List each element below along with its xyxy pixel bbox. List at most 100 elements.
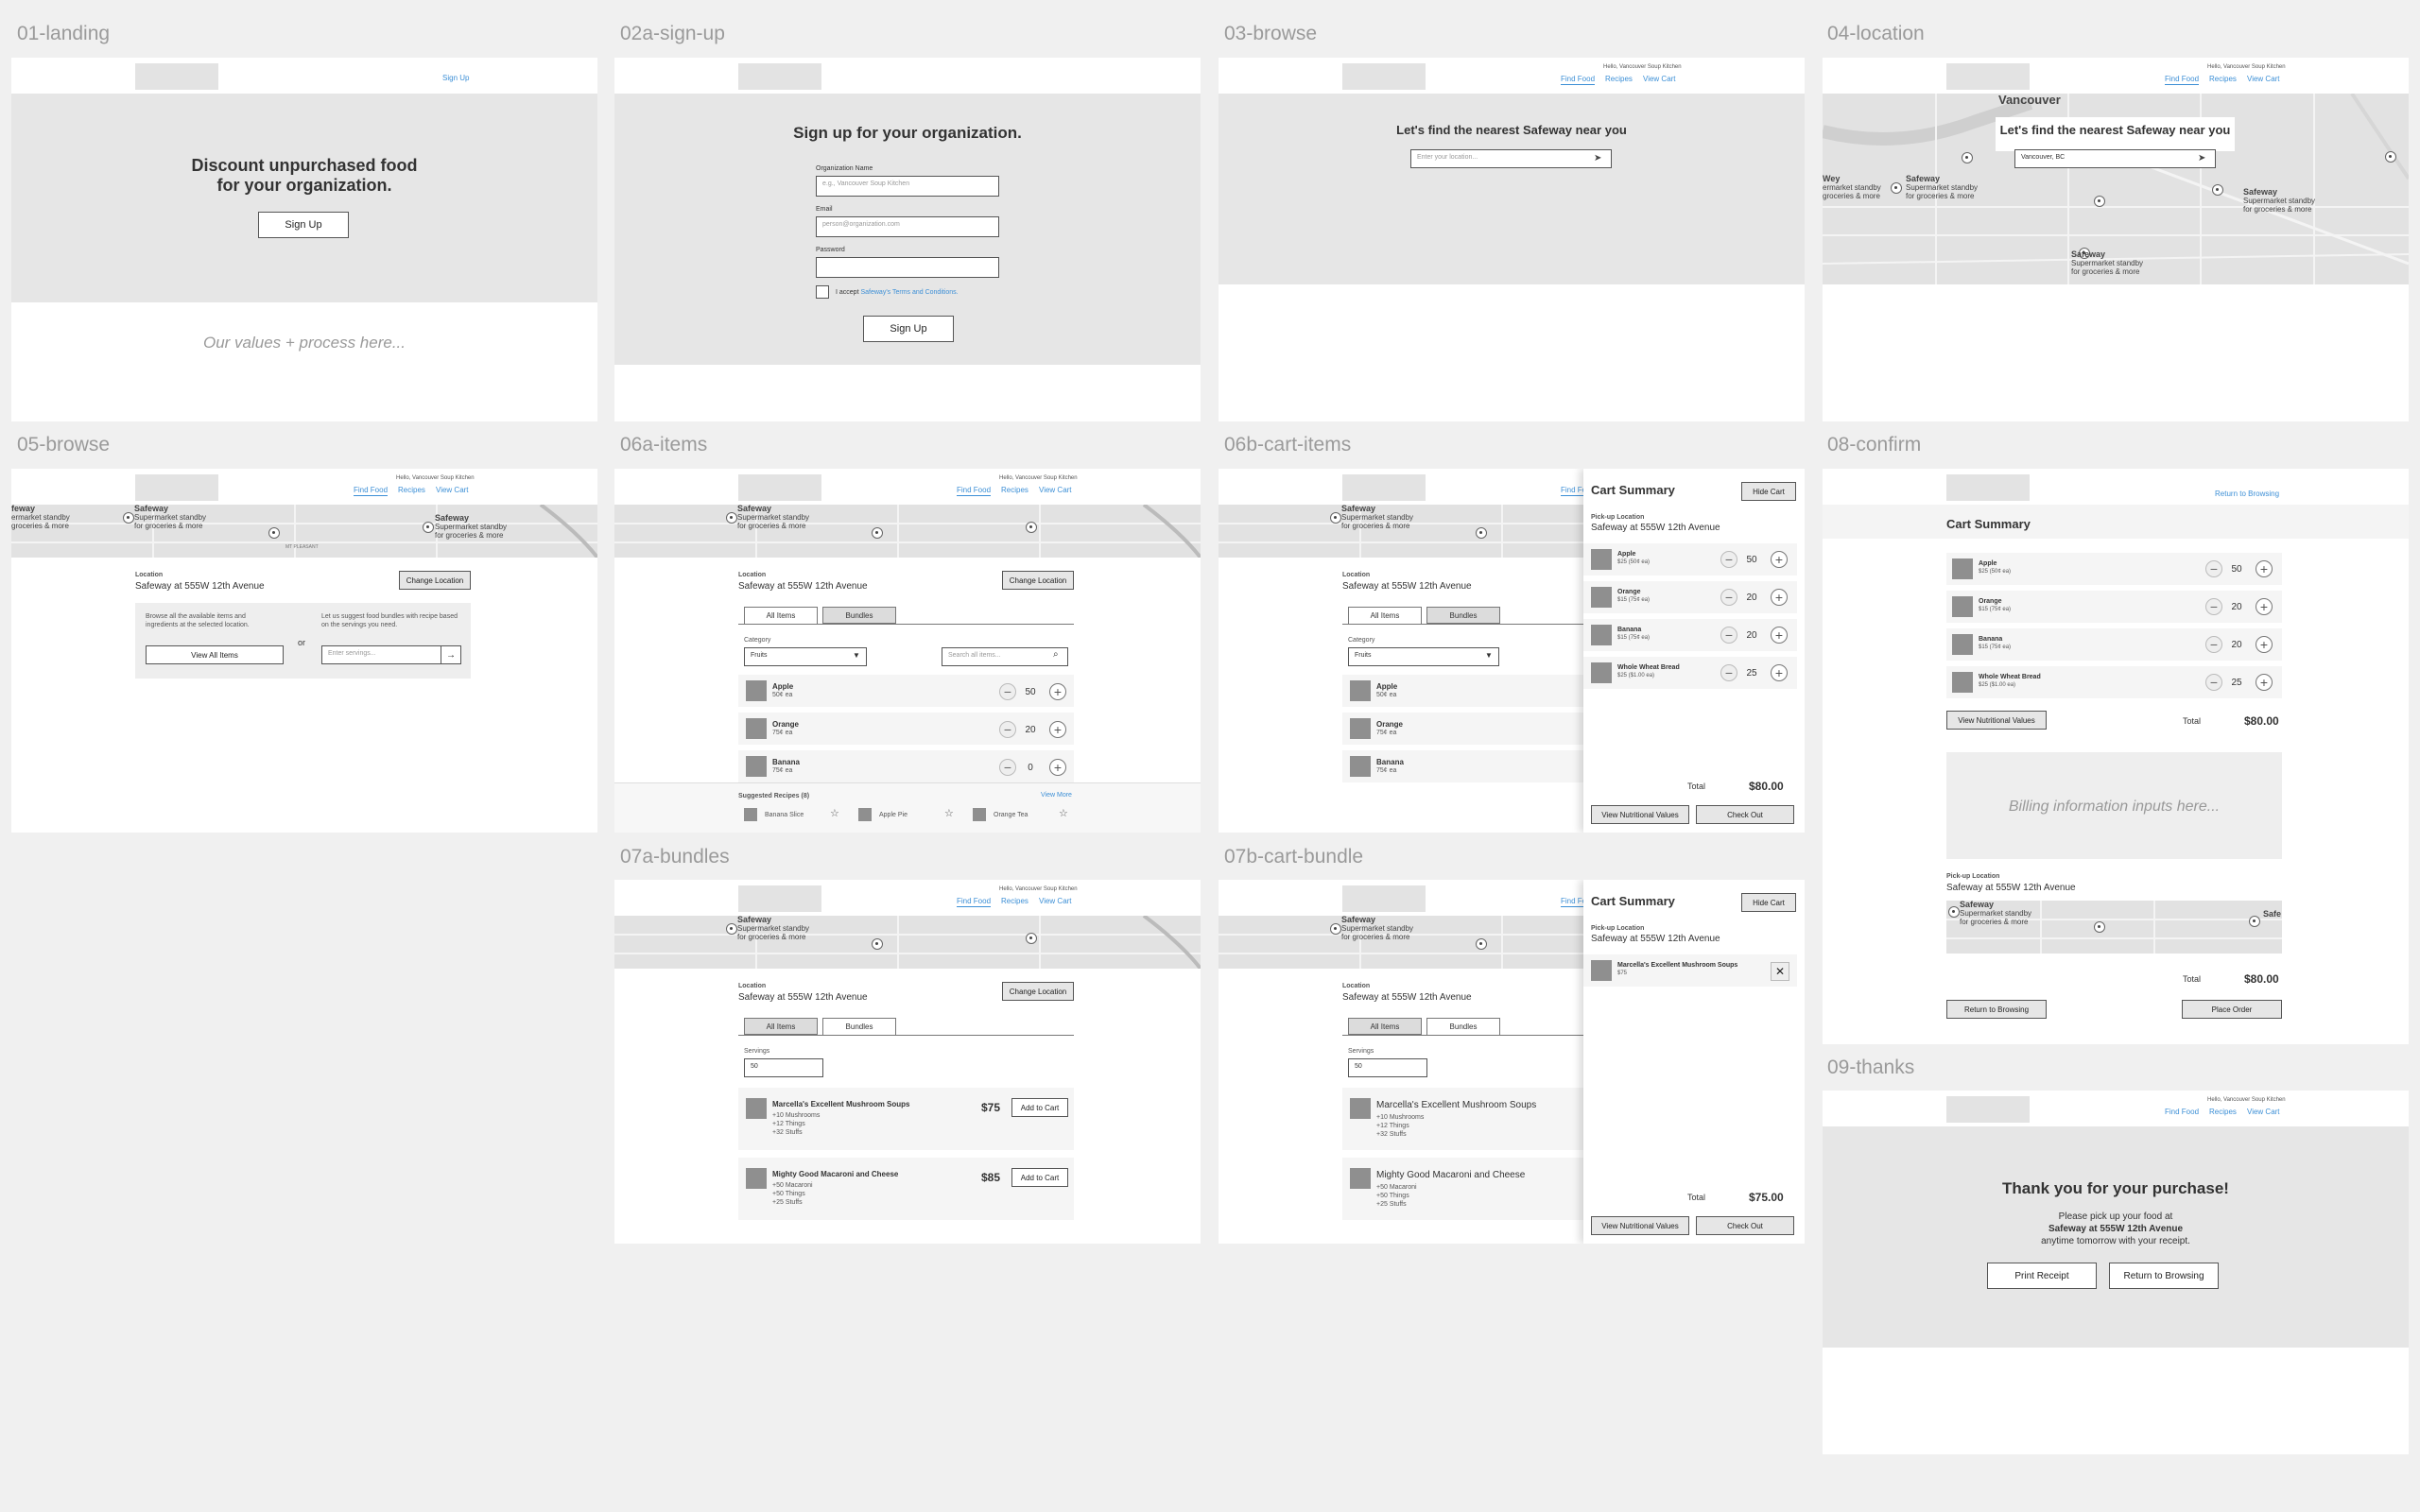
cart-item-quantity[interactable]: 20 bbox=[1740, 630, 1763, 641]
cart-item-quantity[interactable]: 20 bbox=[2225, 640, 2248, 650]
mini-map[interactable]: Safeway Supermarket standby for groceries … bbox=[614, 916, 1201, 969]
hide-cart-button[interactable]: Hide Cart bbox=[1741, 893, 1796, 912]
terms-checkbox[interactable] bbox=[816, 285, 829, 299]
store-pin[interactable] bbox=[2385, 151, 2396, 163]
location-input[interactable]: Enter your location... bbox=[1410, 149, 1612, 168]
recipe-name[interactable]: Orange Tea bbox=[994, 812, 1028, 818]
mini-map[interactable]: feway ermarket standby groceries & more Sa… bbox=[11, 505, 597, 558]
increase-button[interactable]: + bbox=[1771, 551, 1788, 568]
return-to-browsing-button[interactable]: Return to Browsing bbox=[1946, 1000, 2047, 1019]
nav-find-food[interactable]: Find Food bbox=[2165, 75, 2200, 85]
location-input[interactable]: Vancouver, BC bbox=[2014, 149, 2216, 168]
nav-find-food[interactable]: Find Food bbox=[957, 897, 992, 907]
star-icon[interactable]: ☆ bbox=[1059, 807, 1068, 819]
decrease-button[interactable]: − bbox=[1720, 551, 1737, 568]
store-pin[interactable] bbox=[1962, 152, 1973, 163]
sign-up-button[interactable]: Sign Up bbox=[258, 212, 349, 238]
checkout-button[interactable]: Check Out bbox=[1696, 1216, 1794, 1235]
increase-button[interactable]: + bbox=[1049, 759, 1066, 776]
pickup-map[interactable]: Safeway Supermarket standby for groceries … bbox=[1946, 901, 2282, 954]
nutrition-button[interactable]: View Nutritional Values bbox=[1591, 1216, 1689, 1235]
nav-view-cart[interactable]: View Cart bbox=[2247, 1108, 2280, 1116]
decrease-button[interactable]: − bbox=[1720, 627, 1737, 644]
store-pin[interactable] bbox=[1476, 938, 1487, 950]
tab-bundles[interactable]: Bundles bbox=[1426, 607, 1500, 624]
store-pin[interactable] bbox=[423, 522, 434, 533]
nav-sign-up-link[interactable]: Sign Up bbox=[442, 74, 469, 82]
nav-recipes[interactable]: Recipes bbox=[1001, 486, 1028, 494]
store-pin[interactable] bbox=[268, 527, 280, 539]
increase-button[interactable]: + bbox=[1771, 589, 1788, 606]
store-pin[interactable] bbox=[1476, 527, 1487, 539]
store-pin[interactable] bbox=[1330, 512, 1341, 524]
change-location-button[interactable]: Change Location bbox=[399, 571, 471, 590]
password-input[interactable] bbox=[816, 257, 999, 278]
store-pin[interactable] bbox=[2212, 184, 2223, 196]
servings-input[interactable]: 50 bbox=[1348, 1058, 1427, 1077]
cart-item-quantity[interactable]: 20 bbox=[1740, 593, 1763, 603]
decrease-button[interactable]: − bbox=[1720, 589, 1737, 606]
store-pin[interactable] bbox=[2094, 921, 2105, 933]
store-pin[interactable] bbox=[2094, 196, 2105, 207]
cart-item-quantity[interactable]: 50 bbox=[1740, 555, 1763, 565]
recipe-name[interactable]: Banana Slice bbox=[765, 812, 804, 818]
nav-view-cart[interactable]: View Cart bbox=[2247, 75, 2280, 83]
store-pin[interactable] bbox=[1026, 933, 1037, 944]
store-pin[interactable] bbox=[872, 938, 883, 950]
return-to-browsing-button[interactable]: Return to Browsing bbox=[2109, 1263, 2219, 1289]
store-pin[interactable] bbox=[2249, 916, 2260, 927]
view-more-link[interactable]: View More bbox=[1041, 792, 1072, 799]
nav-find-food[interactable]: Find Food bbox=[354, 486, 389, 496]
tab-bundles[interactable]: Bundles bbox=[822, 1018, 896, 1035]
terms-link[interactable]: Safeway's Terms and Conditions. bbox=[860, 289, 958, 296]
view-all-items-button[interactable]: View All Items bbox=[146, 645, 284, 664]
increase-button[interactable]: + bbox=[2256, 636, 2273, 653]
decrease-button[interactable]: − bbox=[2205, 598, 2222, 615]
cart-item-quantity[interactable]: 20 bbox=[2225, 602, 2248, 612]
increase-button[interactable]: + bbox=[2256, 598, 2273, 615]
store-pin[interactable] bbox=[1026, 522, 1037, 533]
store-pin[interactable] bbox=[1948, 906, 1960, 918]
cart-item-quantity[interactable]: 25 bbox=[2225, 678, 2248, 688]
nav-view-cart[interactable]: View Cart bbox=[1039, 897, 1072, 905]
decrease-button[interactable]: − bbox=[2205, 674, 2222, 691]
item-quantity[interactable]: 0 bbox=[1019, 763, 1042, 773]
nav-find-food[interactable]: Find Food bbox=[2165, 1108, 2199, 1116]
decrease-button[interactable]: − bbox=[999, 721, 1016, 738]
tab-all-items[interactable]: All Items bbox=[1348, 1018, 1422, 1035]
nav-recipes[interactable]: Recipes bbox=[398, 486, 425, 494]
star-icon[interactable]: ☆ bbox=[830, 807, 839, 819]
nav-recipes[interactable]: Recipes bbox=[1605, 75, 1633, 83]
mini-map[interactable]: Safeway Supermarket standby for groceries … bbox=[614, 505, 1201, 558]
tab-all-items[interactable]: All Items bbox=[744, 607, 818, 624]
decrease-button[interactable]: − bbox=[2205, 636, 2222, 653]
store-pin[interactable] bbox=[872, 527, 883, 539]
submit-signup-button[interactable]: Sign Up bbox=[863, 316, 954, 342]
increase-button[interactable]: + bbox=[1771, 664, 1788, 681]
email-input[interactable]: person@organization.com bbox=[816, 216, 999, 237]
tab-bundles[interactable]: Bundles bbox=[822, 607, 896, 624]
nav-view-cart[interactable]: View Cart bbox=[1039, 486, 1072, 494]
store-pin[interactable] bbox=[1330, 923, 1341, 935]
cart-item-quantity[interactable]: 25 bbox=[1740, 668, 1763, 679]
decrease-button[interactable]: − bbox=[999, 759, 1016, 776]
nav-view-cart[interactable]: View Cart bbox=[1643, 75, 1676, 83]
nav-recipes[interactable]: Recipes bbox=[1001, 897, 1028, 905]
cart-item-quantity[interactable]: 50 bbox=[2225, 564, 2248, 575]
add-to-cart-button[interactable]: Add to Cart bbox=[1011, 1168, 1068, 1187]
item-quantity[interactable]: 20 bbox=[1019, 725, 1042, 735]
category-select[interactable]: Fruits bbox=[744, 647, 867, 666]
nav-find-food[interactable]: Find Food bbox=[957, 486, 992, 496]
return-to-browsing-link[interactable]: Return to Browsing bbox=[2215, 490, 2279, 498]
print-receipt-button[interactable]: Print Receipt bbox=[1987, 1263, 2097, 1289]
category-select[interactable]: Fruits bbox=[1348, 647, 1499, 666]
increase-button[interactable]: + bbox=[2256, 674, 2273, 691]
store-pin[interactable] bbox=[1891, 182, 1902, 194]
hide-cart-button[interactable]: Hide Cart bbox=[1741, 482, 1796, 501]
place-order-button[interactable]: Place Order bbox=[2182, 1000, 2282, 1019]
nutrition-button[interactable]: View Nutritional Values bbox=[1946, 711, 2047, 730]
increase-button[interactable]: + bbox=[1049, 721, 1066, 738]
locate-arrow-icon[interactable]: ➤ bbox=[2198, 153, 2205, 163]
store-pin[interactable] bbox=[123, 512, 134, 524]
increase-button[interactable]: + bbox=[1771, 627, 1788, 644]
